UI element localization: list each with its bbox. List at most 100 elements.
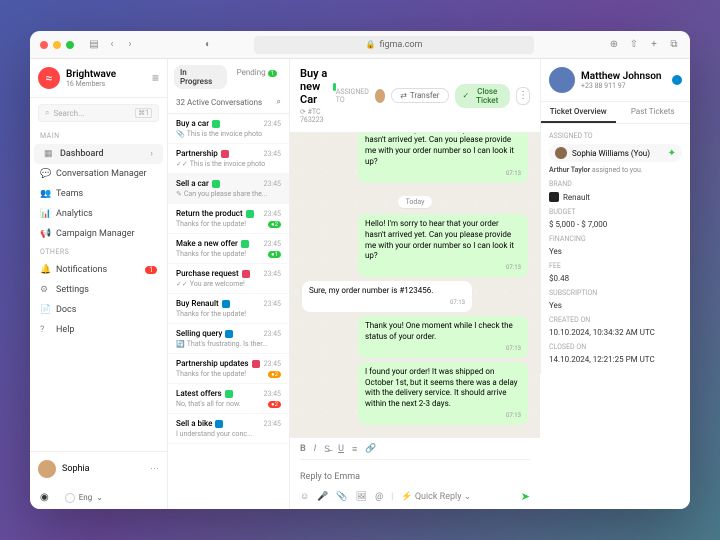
sidebar-item-analytics[interactable]: 📊Analytics bbox=[30, 204, 167, 224]
nav-icon: 📊 bbox=[40, 209, 50, 219]
assignment-note: Arthur Taylor assigned to you. bbox=[549, 166, 682, 174]
quick-reply-button[interactable]: ⚡ Quick Reply ⌄ bbox=[401, 492, 471, 502]
conversation-item[interactable]: Make a new offer23:45Thanks for the upda… bbox=[168, 234, 289, 264]
sidebar-item-teams[interactable]: 👥Teams bbox=[30, 184, 167, 204]
traffic-lights bbox=[40, 41, 74, 49]
language-switcher[interactable]: ◉ Eng ⌄ bbox=[30, 486, 167, 509]
sidebar-item-conversation-manager[interactable]: 💬Conversation Manager bbox=[30, 164, 167, 184]
user-menu-icon[interactable]: ⋯ bbox=[150, 464, 159, 474]
convo-time: 23:45 bbox=[264, 210, 281, 218]
convo-title: Partnership bbox=[176, 149, 218, 158]
maximize-window[interactable] bbox=[66, 41, 74, 49]
conversation-item[interactable]: Selling query23:45🔄That's frustrating. I… bbox=[168, 324, 289, 354]
brand-label: BRAND bbox=[549, 180, 682, 188]
contact-header: Matthew Johnson +23 88 911 97 bbox=[541, 59, 690, 102]
sidebar-toggle-icon[interactable]: ▤ bbox=[88, 39, 100, 51]
nav-icon: ? bbox=[40, 325, 50, 335]
check-icon: ✓ bbox=[463, 91, 470, 100]
conversation-item[interactable]: Sell a car23:45✎Can you please share the… bbox=[168, 174, 289, 204]
attach-icon[interactable]: 📎 bbox=[336, 492, 347, 502]
sidebar-item-settings[interactable]: ⚙Settings bbox=[30, 280, 167, 300]
download-icon[interactable]: ⊕ bbox=[608, 39, 620, 51]
org-header[interactable]: ≈ Brightwave 16 Members ≡ bbox=[30, 59, 167, 98]
conversation-item[interactable]: Buy Renault23:45Thanks for the update! bbox=[168, 294, 289, 324]
financing-value: Yes bbox=[549, 247, 682, 256]
message-text: Sure, my order number is #123456. bbox=[309, 286, 465, 297]
message-out: Thank you! One moment while I check the … bbox=[358, 316, 528, 358]
underline-icon[interactable]: U bbox=[338, 444, 344, 455]
convo-preview: Thanks for the update! bbox=[176, 250, 246, 258]
bold-icon[interactable]: B bbox=[300, 444, 306, 455]
conversation-item[interactable]: Buy a car23:45📎This is the invoice photo bbox=[168, 114, 289, 144]
convo-preview: No, that's all for now. bbox=[176, 400, 241, 408]
url-bar[interactable]: 🔒 figma.com bbox=[254, 36, 534, 54]
reply-input[interactable] bbox=[300, 468, 530, 486]
budget-label: BUDGET bbox=[549, 208, 682, 216]
new-tab-icon[interactable]: + bbox=[648, 39, 660, 51]
chevron-right-icon: › bbox=[150, 149, 153, 159]
conversation-item[interactable]: Sell a bike23:45I understand your conc..… bbox=[168, 414, 289, 444]
tab-past-tickets[interactable]: Past Tickets bbox=[616, 102, 691, 123]
nav-icon: ⚙ bbox=[40, 285, 50, 295]
check-icon: ✓✓ bbox=[176, 160, 188, 168]
contact-phone: +23 88 911 97 bbox=[581, 82, 661, 90]
conversation-item[interactable]: Partnership updates23:45Thanks for the u… bbox=[168, 354, 289, 384]
conversation-item[interactable]: Return the product23:45Thanks for the up… bbox=[168, 204, 289, 234]
mic-icon[interactable]: 🎤 bbox=[317, 492, 328, 502]
shield-icon[interactable]: ◐ bbox=[202, 39, 214, 51]
active-count: 32 Active Conversations bbox=[176, 98, 262, 107]
conversation-item[interactable]: Purchase request23:45✓✓You are welcome! bbox=[168, 264, 289, 294]
sidebar-item-dashboard[interactable]: ▦Dashboard› bbox=[34, 144, 163, 164]
more-options-button[interactable]: ⋮ bbox=[516, 87, 530, 105]
back-icon[interactable]: ‹ bbox=[106, 39, 118, 51]
emoji-icon[interactable]: ☺ bbox=[300, 491, 309, 502]
nav-icon: 🔔 bbox=[40, 265, 50, 275]
send-button[interactable]: ➤ bbox=[521, 490, 530, 503]
sidebar-item-help[interactable]: ? Help bbox=[30, 320, 167, 340]
search-icon: ⌕ bbox=[45, 108, 49, 118]
sidebar-item-docs[interactable]: 📄Docs bbox=[30, 300, 167, 320]
at-icon[interactable]: @ bbox=[375, 492, 383, 502]
image-icon[interactable]: 🖼 bbox=[356, 492, 367, 502]
search-input[interactable]: ⌕ Search... ⌘1 bbox=[38, 104, 159, 122]
nav-label: Help bbox=[56, 325, 74, 335]
close-ticket-button[interactable]: ✓Close Ticket bbox=[455, 84, 511, 108]
tab-pending[interactable]: Pending1 bbox=[231, 65, 283, 89]
sidebar-item-notifications[interactable]: 🔔Notifications1 bbox=[30, 260, 167, 280]
message-time: 07:13 bbox=[365, 264, 521, 272]
assignee-avatar[interactable] bbox=[375, 89, 385, 103]
forward-icon[interactable]: › bbox=[124, 39, 136, 51]
chevron-down-icon: ⌄ bbox=[96, 493, 103, 502]
conversation-item[interactable]: Latest offers23:45No, that's all for now… bbox=[168, 384, 289, 414]
tabs-icon[interactable]: ⧉ bbox=[668, 39, 680, 51]
conversation-item[interactable]: Partnership23:45✓✓This is the invoice ph… bbox=[168, 144, 289, 174]
telegram-icon bbox=[672, 75, 682, 85]
close-window[interactable] bbox=[40, 41, 48, 49]
user-footer[interactable]: Sophia ⋯ bbox=[30, 451, 167, 486]
add-assignee-icon[interactable]: ✦ bbox=[668, 148, 676, 159]
assignee-badge[interactable]: Sophia Williams (You) ✦ bbox=[549, 144, 682, 162]
menu-icon[interactable]: ≡ bbox=[152, 71, 159, 85]
nav-label: Conversation Manager bbox=[56, 169, 147, 179]
transfer-button[interactable]: ⇄Transfer bbox=[391, 88, 448, 103]
italic-icon[interactable]: I bbox=[314, 444, 316, 455]
share-icon[interactable]: ⇧ bbox=[628, 39, 640, 51]
convo-preview: Thanks for the update! bbox=[176, 370, 246, 378]
list-icon[interactable]: ≡ bbox=[352, 444, 357, 455]
tab-in-progress[interactable]: In Progress bbox=[174, 65, 227, 89]
search-icon[interactable]: ⌕ bbox=[277, 97, 281, 107]
message-time: 07:13 bbox=[365, 412, 521, 420]
message-text: Hello! I'm sorry to hear that your order… bbox=[365, 219, 521, 262]
message-out: Hello! I'm sorry to hear that your order… bbox=[358, 214, 528, 277]
tab-ticket-overview[interactable]: Ticket Overview bbox=[541, 102, 616, 123]
prefix-icon: ✎ bbox=[176, 190, 182, 198]
convo-time: 23:45 bbox=[264, 360, 281, 368]
link-icon[interactable]: 🔗 bbox=[365, 444, 376, 455]
minimize-window[interactable] bbox=[53, 41, 61, 49]
strike-icon[interactable]: S̶ bbox=[324, 444, 330, 455]
contact-name: Matthew Johnson bbox=[581, 71, 661, 82]
channel-icon bbox=[252, 360, 260, 368]
sidebar-item-campaign-manager[interactable]: 📢Campaign Manager bbox=[30, 224, 167, 244]
convo-time: 23:45 bbox=[264, 150, 281, 158]
convo-title: Sell a bike bbox=[176, 419, 212, 428]
